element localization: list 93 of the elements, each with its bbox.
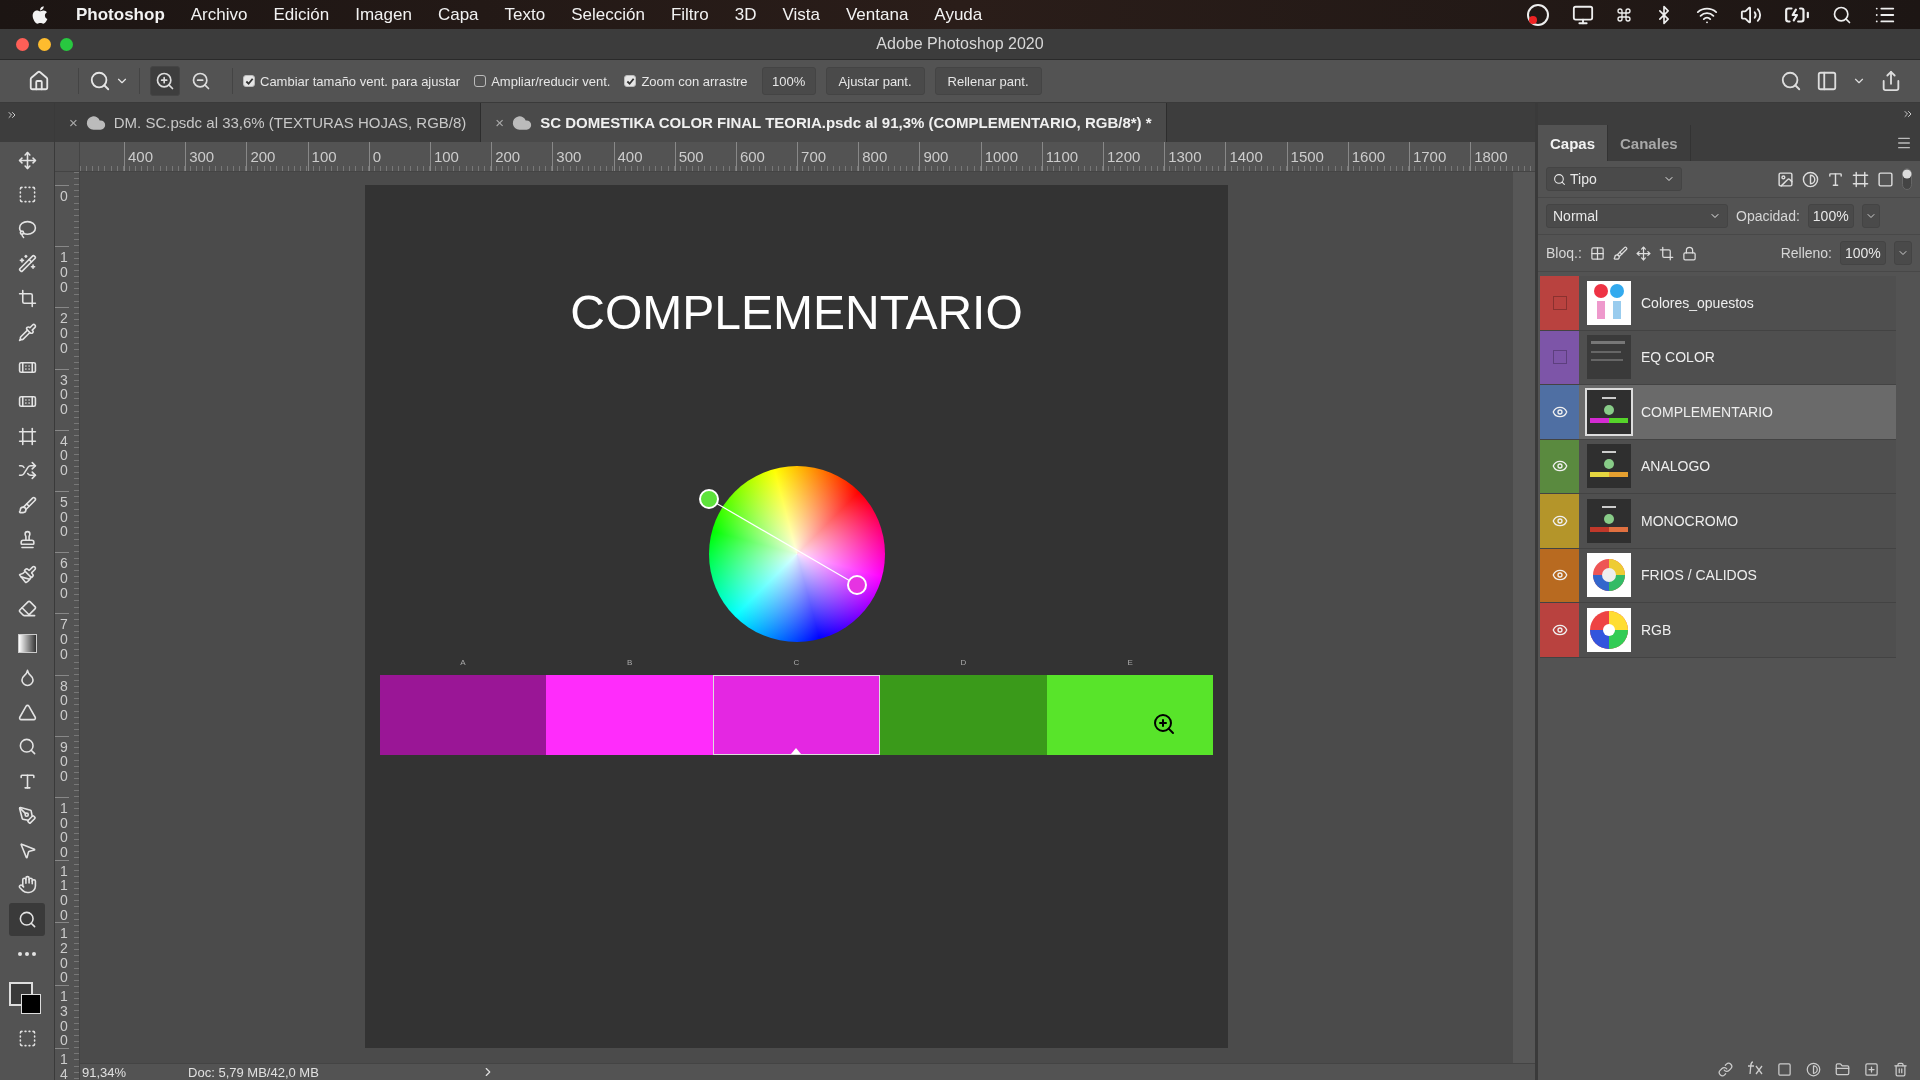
zoom-button[interactable]: Rellenar pant. <box>934 67 1042 95</box>
checkbox-label: Ampliar/reducir vent. <box>491 73 611 89</box>
tab-close[interactable]: × <box>495 114 505 131</box>
menu-item[interactable]: Texto <box>504 4 546 25</box>
filter-select[interactable]: Tipo <box>1546 167 1682 191</box>
app-menu[interactable]: Photoshop <box>76 4 165 25</box>
ruler-label: 1200 <box>1103 142 1165 171</box>
ruler-label: 1300 <box>55 985 69 1048</box>
checkbox-label: Zoom con arrastre <box>641 73 748 89</box>
layer-row[interactable]: EQ COLOR <box>1540 330 1896 385</box>
menu-item[interactable]: Selección <box>571 4 645 25</box>
ruler-label: 1800 <box>1470 142 1532 171</box>
layer-name: COMPLEMENTARIO <box>1641 403 1773 420</box>
menu-item[interactable]: Ayuda <box>934 4 983 25</box>
checkbox-label: Cambiar tamaño vent. para ajustar <box>260 73 461 89</box>
ruler-label: 300 <box>55 368 69 430</box>
swatch-label: B <box>627 658 633 667</box>
swatch-label: E <box>1127 658 1133 667</box>
layer-name: Colores_opuestos <box>1641 294 1754 311</box>
opacity-label: Opacidad: <box>1736 208 1800 224</box>
ruler-label: 400 <box>613 142 675 171</box>
layer-name: FRIOS / CALIDOS <box>1641 567 1757 584</box>
ruler-label: 200 <box>491 142 553 171</box>
ruler-label: 200 <box>246 142 308 171</box>
ruler-label: 500 <box>55 490 69 553</box>
layer-row[interactable]: MONOCROMO <box>1540 494 1896 549</box>
layer-row[interactable]: ANALOGO <box>1540 439 1896 494</box>
ruler-label: 1200 <box>55 922 69 986</box>
layer-name: MONOCROMO <box>1641 512 1739 529</box>
swatch-label: C <box>793 658 800 667</box>
ruler-label: 200 <box>55 307 69 369</box>
layer-row[interactable]: COMPLEMENTARIO <box>1540 385 1896 440</box>
menu-item[interactable]: 3D <box>734 4 757 25</box>
layer-name: EQ COLOR <box>1641 349 1715 366</box>
layer-name: ANALOGO <box>1641 458 1711 475</box>
ruler-label: 800 <box>858 142 920 171</box>
ruler-label: 0 <box>368 142 430 171</box>
ruler-label: 300 <box>185 142 247 171</box>
ruler-label: 1700 <box>1408 142 1471 171</box>
swatch-label: A <box>460 658 466 667</box>
ruler-label: 0 <box>55 185 69 247</box>
ruler-label: 600 <box>735 142 798 171</box>
document-size: Doc: 5,79 MB/42,0 MB <box>188 1064 319 1080</box>
ruler-label: 700 <box>55 613 69 675</box>
ruler-label: 1100 <box>1041 142 1103 171</box>
tab-title: DM. SC.psdc al 33,6% (TEXTURAS HOJAS, RGB/8) <box>113 114 467 131</box>
document-tab[interactable]: × SC DOMESTIKA COLOR FINAL TEORIA.psdc al 91,3% (COMPLEMENTARIO, RGB/8*) * <box>481 103 1167 142</box>
menu-item[interactable]: Imagen <box>355 4 412 25</box>
ruler-label: 700 <box>797 142 859 171</box>
tab-close[interactable]: × <box>69 114 78 131</box>
ruler-label: 300 <box>552 142 614 171</box>
opacity-field[interactable]: 100% <box>1807 204 1854 228</box>
menu-item[interactable]: Archivo <box>190 4 248 25</box>
ruler-label: 14 <box>55 1047 69 1080</box>
ruler-label: 1500 <box>1286 142 1348 171</box>
layer-name: RGB <box>1641 621 1672 638</box>
menu-item[interactable]: Ventana <box>845 4 909 25</box>
menu-item[interactable]: Vista <box>782 4 820 25</box>
ruler-label: 1400 <box>1225 142 1287 171</box>
menu-item[interactable]: Filtro <box>670 4 709 25</box>
layer-row[interactable]: Colores_opuestos <box>1540 276 1896 331</box>
tab-title: SC DOMESTIKA COLOR FINAL TEORIA.psdc al 91,3% (COMPLEMENTARIO, RGB/8*) * <box>540 114 1152 131</box>
ruler-label: 900 <box>55 735 69 797</box>
ruler-label: 1100 <box>55 859 69 923</box>
panel-tab[interactable]: Capas <box>1538 125 1609 161</box>
ruler-label: 100 <box>55 246 69 308</box>
ruler-label: 400 <box>124 142 186 171</box>
ruler-label: 1600 <box>1347 142 1409 171</box>
menu-item[interactable]: Edición <box>273 4 330 25</box>
ruler-label: 100 <box>307 142 369 171</box>
layer-row[interactable]: FRIOS / CALIDOS <box>1540 548 1896 603</box>
slide-title: COMPLEMENTARIO <box>570 285 1023 340</box>
ruler-label: 400 <box>55 429 69 491</box>
zoom-level: 91,34% <box>82 1064 127 1080</box>
window-title: Adobe Photoshop 2020 <box>876 35 1044 53</box>
ruler-label: 900 <box>919 142 981 171</box>
ruler-label: 1000 <box>55 796 69 860</box>
zoom-button[interactable]: Ajustar pant. <box>825 67 925 95</box>
ruler-label: 1300 <box>1164 142 1226 171</box>
zoom-field[interactable]: 100% <box>761 67 816 95</box>
panel-tab[interactable]: Canales <box>1608 125 1691 161</box>
fill-label: Relleno: <box>1780 245 1832 261</box>
ruler-label: 500 <box>674 142 736 171</box>
lock-label: Bloq.: <box>1546 245 1582 261</box>
ruler-label: 100 <box>429 142 492 171</box>
menu-item[interactable]: Capa <box>437 4 479 25</box>
layer-row[interactable]: RGB <box>1540 603 1896 658</box>
fill-field[interactable]: 100% <box>1840 241 1886 265</box>
ruler-label: 800 <box>55 674 69 736</box>
blend-mode-select[interactable]: Normal <box>1546 204 1728 228</box>
ruler-label: 1000 <box>980 142 1042 171</box>
ruler-label: 600 <box>55 552 69 614</box>
swatch-label: D <box>960 658 967 667</box>
